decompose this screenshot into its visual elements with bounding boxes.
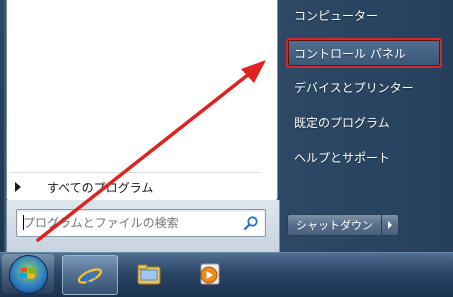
shutdown-button[interactable]: シャットダウン (287, 214, 382, 236)
taskbar-ie-button[interactable]: e (62, 255, 118, 295)
menu-item-computer[interactable]: コンピューター (288, 0, 448, 30)
search-input[interactable] (23, 214, 223, 232)
text-caret (23, 215, 24, 230)
shutdown-label: シャットダウン (296, 219, 373, 232)
svg-text:e: e (84, 264, 97, 288)
chevron-right-icon (388, 221, 392, 229)
all-programs-item[interactable]: すべてのプログラム (6, 176, 264, 198)
menu-item-help-support[interactable]: ヘルプとサポート (288, 142, 448, 172)
start-menu-program-list (6, 0, 278, 201)
taskbar-explorer-button[interactable] (122, 255, 176, 293)
menu-item-label: ヘルプとサポート (294, 150, 391, 165)
search-box[interactable] (16, 209, 266, 237)
start-menu-divider (10, 172, 260, 173)
folder-icon (137, 264, 161, 285)
taskbar-media-player-button[interactable] (182, 255, 236, 293)
menu-item-devices-printers[interactable]: デバイスとプリンター (288, 72, 448, 102)
internet-explorer-icon: e (77, 264, 103, 288)
triangle-right-icon (15, 182, 21, 192)
menu-item-default-programs[interactable]: 既定のプログラム (288, 107, 448, 137)
menu-item-label: コントロール パネル (294, 46, 406, 61)
start-button[interactable] (2, 254, 54, 294)
menu-item-control-panel[interactable]: コントロール パネル (286, 38, 442, 68)
windows-flag-icon (20, 267, 36, 279)
shutdown-control: シャットダウン (287, 214, 399, 236)
menu-item-label: コンピューター (294, 8, 379, 23)
media-player-icon (200, 263, 220, 285)
menu-item-label: デバイスとプリンター (294, 80, 414, 95)
all-programs-label: すべてのプログラム (47, 180, 154, 195)
search-icon[interactable] (243, 215, 259, 231)
shutdown-options-button[interactable] (382, 214, 399, 236)
menu-item-label: 既定のプログラム (294, 115, 390, 130)
